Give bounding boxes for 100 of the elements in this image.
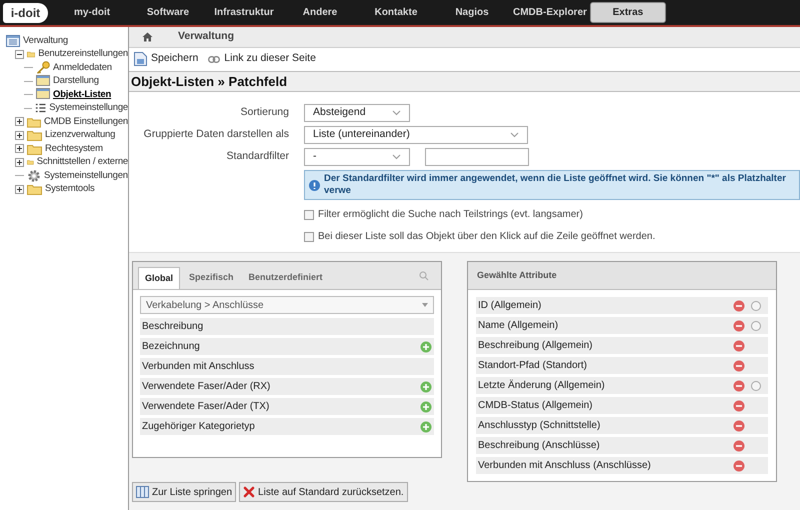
remove-icon[interactable] (733, 340, 745, 352)
list-window-icon (136, 486, 149, 498)
tab[interactable]: Global (138, 267, 180, 289)
nav-tab[interactable]: Andere (282, 2, 358, 23)
tree-item[interactable]: Rechtesystem (45, 142, 103, 156)
radio-button[interactable] (750, 380, 760, 390)
selected-attribute-row[interactable]: Verbunden mit Anschluss (Anschlüsse) (476, 457, 768, 474)
dropdown-arrow-icon (422, 303, 428, 307)
tree-item[interactable]: CMDB Einstellungen (44, 114, 128, 129)
home-icon[interactable] (142, 32, 153, 42)
add-icon[interactable] (420, 420, 432, 432)
attribute-row[interactable]: Verwendete Faser/Ader (RX) (140, 378, 434, 395)
chevron-down-icon (392, 110, 401, 116)
remove-icon[interactable] (733, 360, 745, 372)
attribute-row[interactable]: Verbunden mit Anschluss (140, 358, 434, 375)
chevron-down-icon (510, 132, 519, 138)
checkbox[interactable] (304, 210, 314, 220)
toolbar-button[interactable]: Speichern (134, 51, 198, 68)
tab[interactable]: Benutzerdefiniert (242, 267, 329, 289)
remove-icon[interactable] (733, 420, 745, 432)
nav-tab[interactable]: Extras (590, 2, 666, 23)
attribute-row[interactable]: Bezeichnung (140, 338, 434, 355)
field-label: Standardfilter (226, 149, 289, 164)
key-icon (36, 61, 50, 74)
window-icon (36, 74, 50, 88)
nav-tab[interactable]: CMDB-Explorer (510, 2, 590, 23)
selected-attribute-row[interactable]: Beschreibung (Allgemein) (476, 337, 768, 354)
selected-attribute-row[interactable]: Anschlusstyp (Schnittstelle) (476, 417, 768, 434)
dropdown[interactable]: - (304, 148, 410, 166)
tree-item[interactable]: Verwaltung (23, 34, 68, 48)
attribute-row[interactable]: Zugehöriger Kategorietyp (140, 418, 434, 435)
logo[interactable]: i-doit (3, 2, 48, 22)
selected-attribute-row[interactable]: Name (Allgemein) (476, 317, 768, 334)
tree-item[interactable]: Systemtools (45, 182, 95, 196)
collapse-icon[interactable] (15, 50, 24, 59)
cross-icon (243, 486, 256, 498)
remove-icon[interactable] (733, 440, 745, 452)
expand-icon[interactable] (15, 144, 24, 154)
search-icon[interactable] (419, 271, 429, 281)
selected-attribute-row[interactable]: Beschreibung (Anschlüsse) (476, 437, 768, 454)
expand-icon[interactable] (15, 130, 24, 140)
tree-item[interactable]: Darstellung (53, 74, 99, 88)
dropdown[interactable]: Liste (untereinander) (304, 126, 528, 144)
remove-icon[interactable] (733, 460, 745, 472)
add-icon[interactable] (420, 380, 432, 392)
add-icon[interactable] (420, 340, 432, 352)
checkbox-label: Filter ermöglicht die Suche nach Teilstrings (evt. langsamer) (318, 208, 583, 222)
tree-item[interactable]: Objekt-Listen (53, 88, 112, 102)
footer-button[interactable]: Zur Liste springen (132, 482, 236, 502)
nav-tab[interactable]: my-doit (54, 2, 130, 23)
expand-icon[interactable] (15, 158, 24, 167)
tree-item[interactable]: Systemeinstellungen (44, 168, 128, 183)
breadcrumb-link[interactable]: Verwaltung (178, 29, 234, 45)
list-icon (34, 102, 46, 114)
nav-tab[interactable]: Nagios (434, 2, 510, 23)
page-title: Objekt-Listen » Patchfeld (131, 72, 288, 91)
filter-input[interactable] (425, 148, 529, 166)
remove-icon[interactable] (733, 400, 745, 412)
selected-attribute-row[interactable]: Letzte Änderung (Allgemein) (476, 377, 768, 394)
remove-icon[interactable] (733, 320, 745, 332)
toolbar-button[interactable]: Link zu dieser Seite (208, 51, 316, 68)
tree-item[interactable]: Schnittstellen / externe (36, 155, 128, 170)
folder-icon (27, 116, 41, 128)
footer-button[interactable]: Liste auf Standard zurücksetzen. (239, 482, 408, 502)
radio-button[interactable] (750, 300, 760, 310)
category-dropdown[interactable]: Verkabelung > Anschlüsse (140, 296, 434, 314)
tree-item[interactable]: Benutzereinstellungen (38, 47, 128, 62)
nav-tab[interactable]: Kontakte (358, 2, 434, 23)
add-icon[interactable] (420, 400, 432, 412)
tree-item[interactable]: Lizenzverwaltung (45, 128, 116, 142)
attribute-row[interactable]: Verwendete Faser/Ader (TX) (140, 398, 434, 415)
selected-attribute-row[interactable]: ID (Allgemein) (476, 297, 768, 314)
save-icon (134, 52, 147, 66)
nav-tab[interactable]: Software (130, 2, 206, 23)
tree-item[interactable]: Systemeinstellunge (49, 101, 128, 116)
chevron-down-icon (392, 154, 401, 160)
info-icon (309, 180, 320, 190)
link-icon (208, 56, 220, 63)
panel-title: Gewählte Attribute (477, 268, 557, 282)
radio-button[interactable] (750, 320, 760, 330)
info-text: Der Standardfilter wird immer angewendet, wenn die Liste geöffnet wird. Sie können "*" als Platzhalter verwe (324, 173, 787, 197)
tab[interactable]: Spezifisch (183, 267, 240, 289)
tree-item[interactable]: Anmeldedaten (53, 60, 112, 75)
expand-icon[interactable] (15, 184, 24, 194)
field-label: Gruppierte Daten darstellen als (142, 127, 289, 142)
dropdown[interactable]: Absteigend (304, 104, 410, 122)
selected-attribute-row[interactable]: CMDB-Status (Allgemein) (476, 397, 768, 414)
remove-icon[interactable] (733, 300, 745, 312)
checkbox[interactable] (304, 232, 314, 242)
selected-attribute-row[interactable]: Standort-Pfad (Standort) (476, 357, 768, 374)
list-window-icon (6, 34, 20, 47)
folder-icon (27, 183, 42, 196)
folder-icon (27, 129, 42, 142)
gear-icon (27, 168, 41, 183)
remove-icon[interactable] (733, 380, 745, 392)
nav-tab[interactable]: Infrastruktur (206, 2, 282, 23)
checkbox-label: Bei dieser Liste soll das Objekt über den Klick auf die Zeile geöffnet werden. (318, 230, 656, 244)
attribute-row[interactable]: Beschreibung (140, 318, 434, 335)
expand-icon[interactable] (15, 117, 24, 126)
window-icon (36, 88, 50, 102)
